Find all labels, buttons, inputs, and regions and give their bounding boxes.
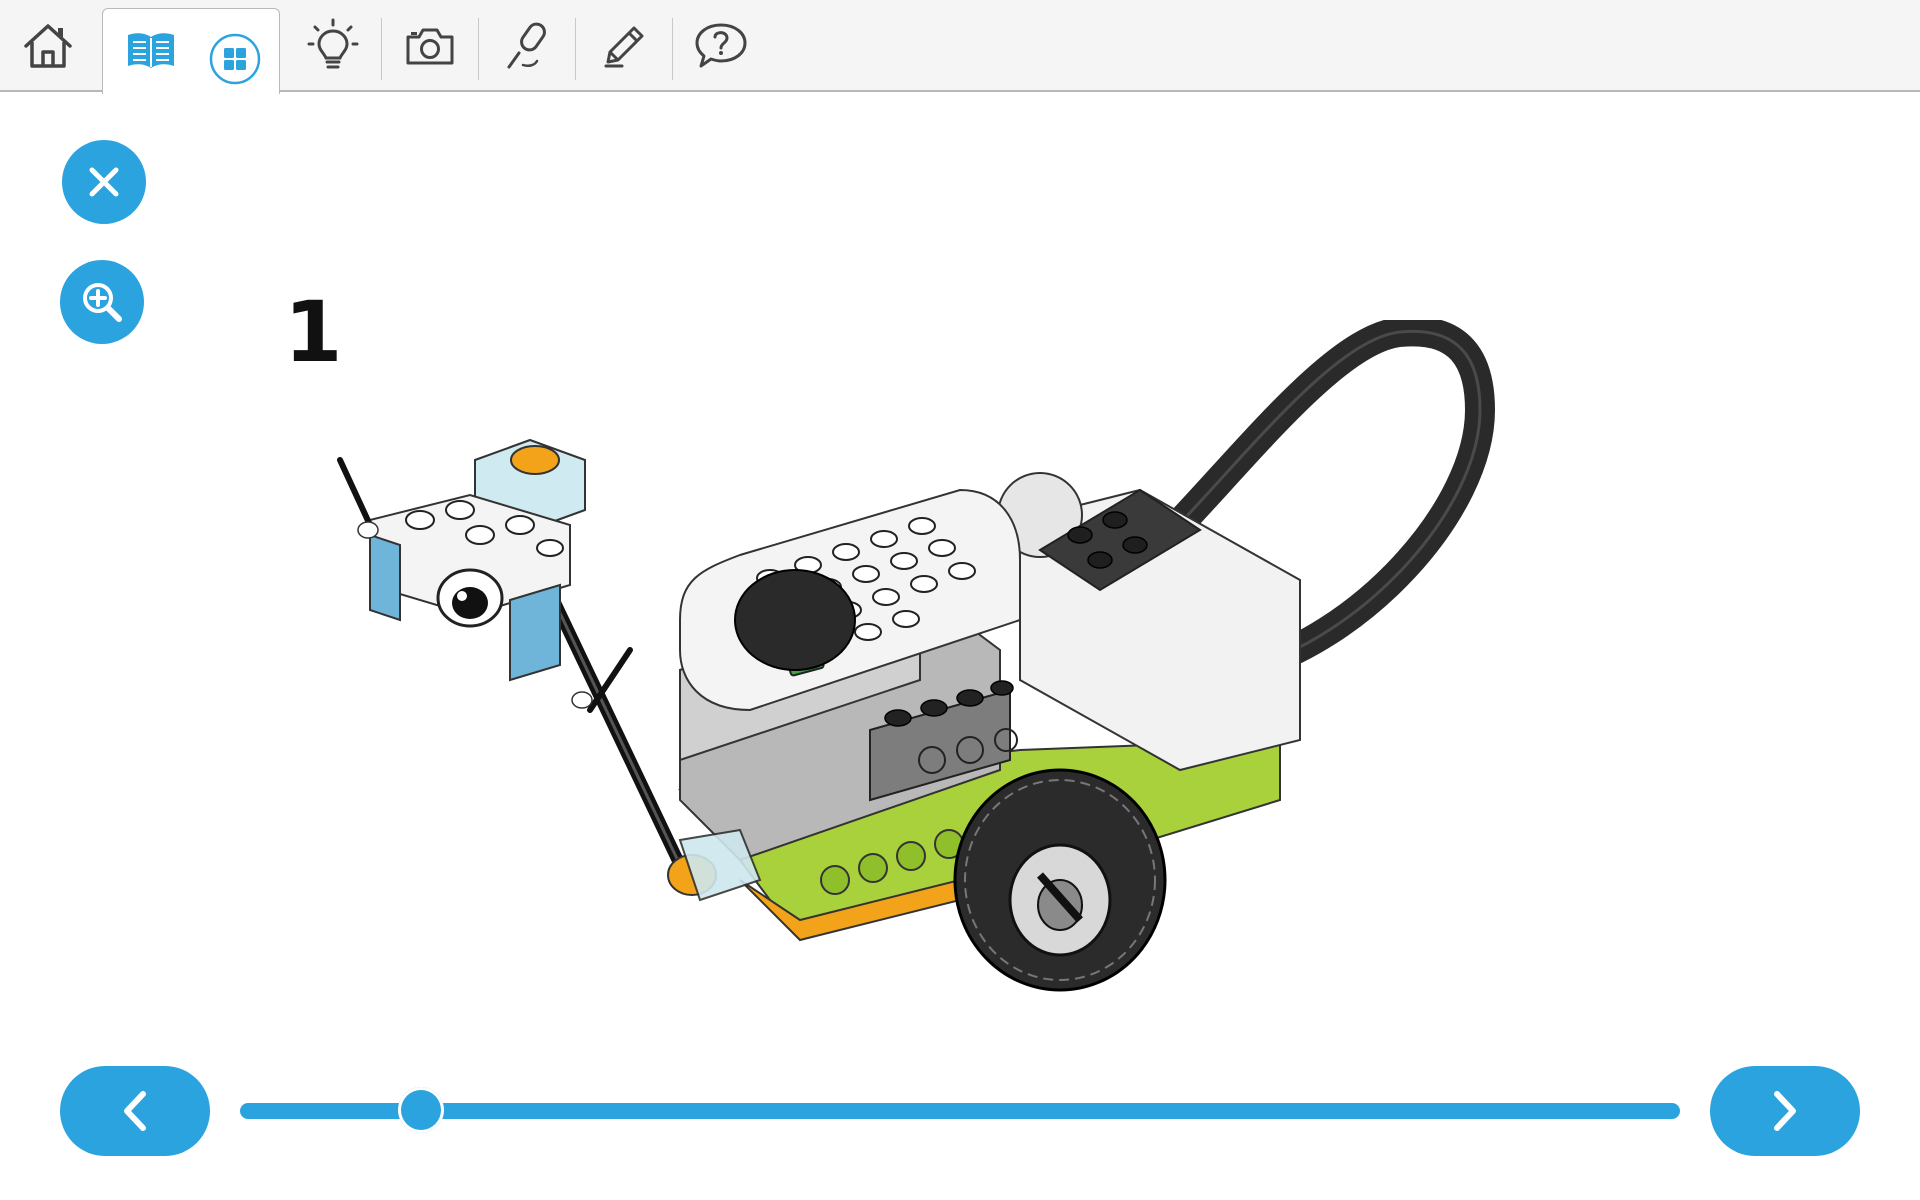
close-button[interactable]: [62, 140, 146, 224]
close-icon: [87, 165, 121, 199]
chevron-left-icon: [120, 1089, 150, 1133]
next-step-button[interactable]: [1710, 1066, 1860, 1156]
chevron-right-icon: [1770, 1089, 1800, 1133]
step-progress-slider[interactable]: [240, 1103, 1680, 1119]
grid-icon: [208, 32, 262, 86]
record-button[interactable]: [479, 0, 575, 92]
microphone-icon: [501, 19, 553, 73]
top-toolbar: [0, 0, 1920, 94]
home-button[interactable]: [0, 0, 96, 92]
question-bubble-icon: [693, 21, 749, 71]
pencil-icon: [598, 20, 650, 72]
zoom-in-icon: [80, 280, 124, 324]
gallery-tab[interactable]: [200, 24, 270, 94]
book-icon: [125, 29, 177, 71]
camera-button[interactable]: [382, 0, 478, 92]
ideas-button[interactable]: [285, 0, 381, 92]
slider-handle[interactable]: [398, 1087, 445, 1133]
help-button[interactable]: [673, 0, 769, 92]
lego-robot-drawing: [337, 320, 1496, 992]
model-illustration: [320, 320, 1620, 1000]
camera-icon: [404, 25, 456, 67]
previous-step-button[interactable]: [60, 1066, 210, 1156]
document-button[interactable]: [576, 0, 672, 92]
home-icon: [21, 20, 75, 72]
zoom-in-button[interactable]: [60, 260, 144, 344]
lightbulb-icon: [306, 18, 360, 74]
instructions-tab[interactable]: [108, 10, 194, 90]
